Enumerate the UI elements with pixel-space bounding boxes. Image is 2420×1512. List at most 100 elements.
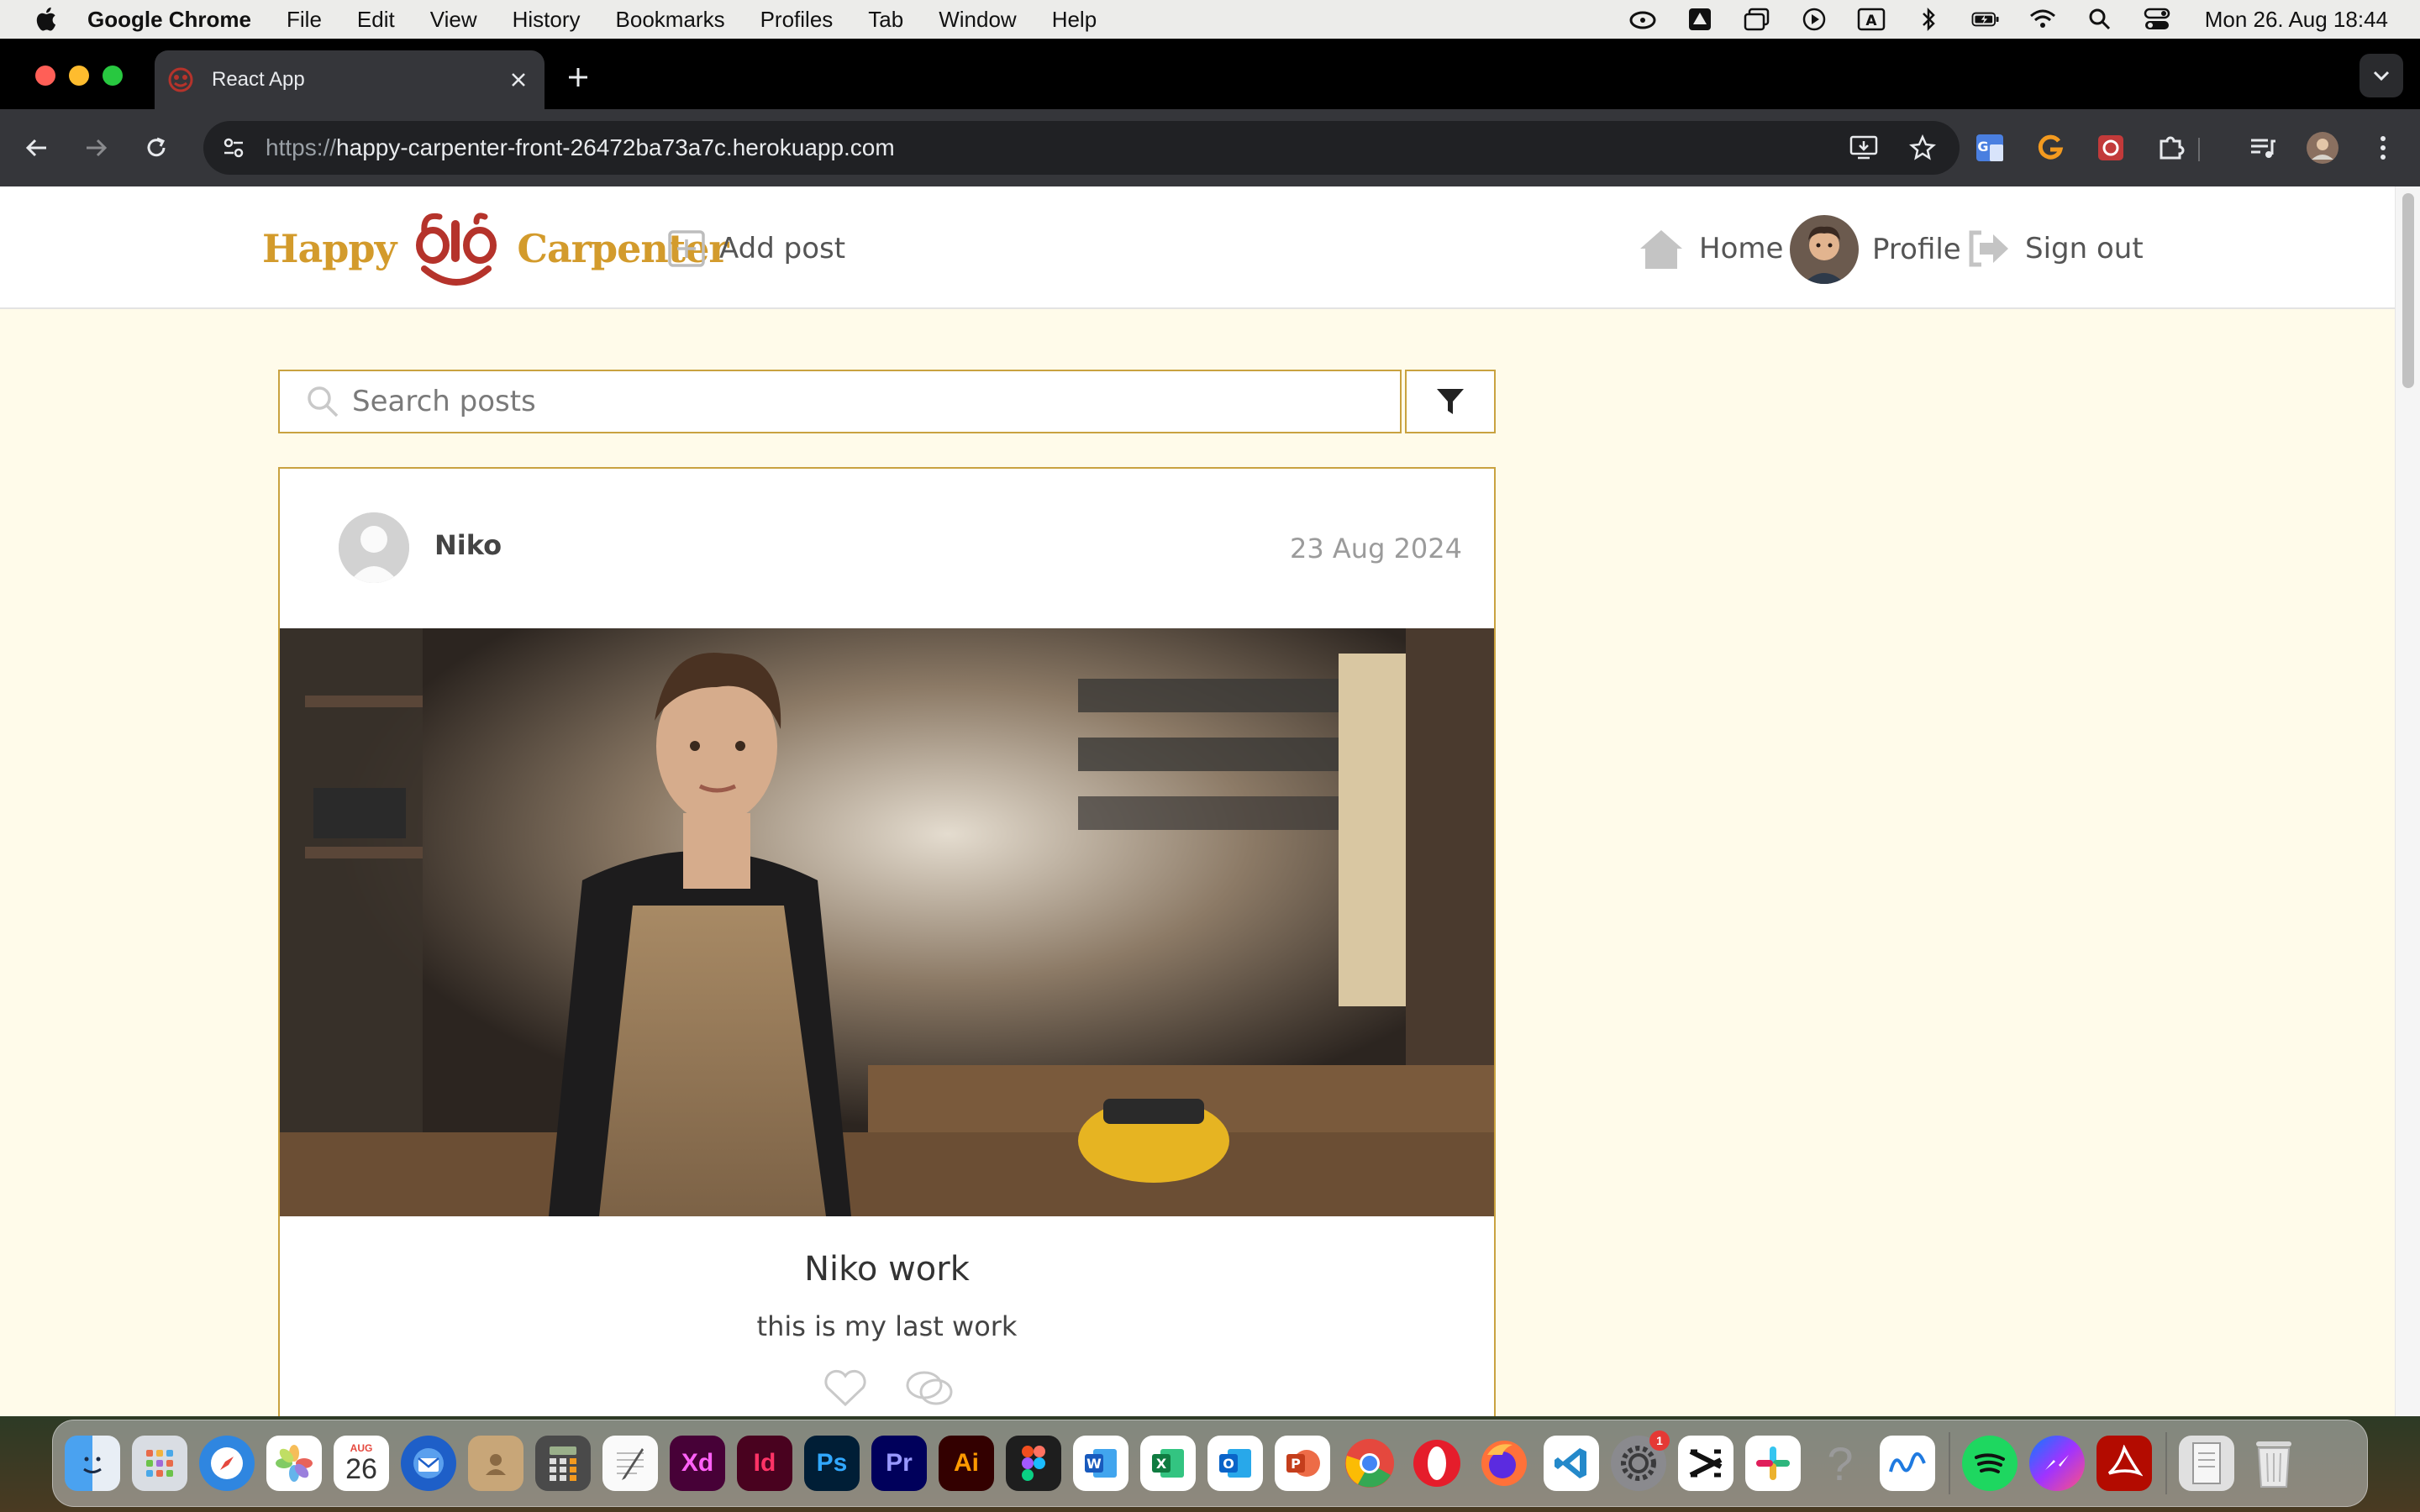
premiere-pro-icon[interactable]: Pr [871,1436,927,1491]
profile-avatar-icon[interactable] [2304,129,2341,166]
menu-view[interactable]: View [430,7,477,33]
menubar-clock[interactable]: Mon 26. Aug 18:44 [2205,7,2388,33]
dock-separator [1949,1432,1950,1494]
menu-bookmarks[interactable]: Bookmarks [616,7,725,33]
control-center-icon[interactable] [2143,7,2171,32]
capcut-icon[interactable] [1678,1436,1733,1491]
address-bar[interactable]: https:// happy-carpenter-front-26472ba73… [203,121,1960,175]
filter-button[interactable] [1405,370,1496,433]
nav-add-post[interactable]: Add post [667,223,845,274]
browser-toolbar: https:// happy-carpenter-front-26472ba73… [0,109,2420,186]
comments-icon[interactable] [904,1364,955,1411]
site-logo[interactable]: Happy Carpenter [262,208,729,289]
opera-icon[interactable] [1409,1436,1465,1491]
nav-sign-out[interactable]: Sign out [1966,223,2144,274]
illustrator-icon[interactable]: Ai [939,1436,994,1491]
chrome-menu-icon[interactable] [2365,129,2402,166]
post-body: this is my last work [756,1310,1018,1342]
tab-favicon-icon [168,67,193,92]
red-extension-icon[interactable] [2092,129,2129,166]
menu-profiles[interactable]: Profiles [760,7,834,33]
nav-home-label: Home [1699,232,1784,265]
spotlight-icon[interactable] [2086,7,2114,32]
trash-icon[interactable] [2246,1436,2302,1491]
creative-cloud-icon[interactable] [1628,7,1657,32]
documents-stack-icon[interactable] [2179,1436,2234,1491]
calendar-icon[interactable]: AUG 26 [334,1436,389,1491]
window-icon[interactable] [1743,7,1771,32]
adobe-xd-icon[interactable]: Xd [670,1436,725,1491]
menu-tab[interactable]: Tab [868,7,903,33]
indesign-icon[interactable]: Id [737,1436,792,1491]
figma-icon[interactable] [1006,1436,1061,1491]
grammarly-extension-icon[interactable] [2032,129,2069,166]
extensions-puzzle-icon[interactable] [2153,129,2190,166]
vscode-icon[interactable] [1544,1436,1599,1491]
post-author-name[interactable]: Niko [434,529,502,561]
install-app-icon[interactable] [1845,129,1882,166]
drive-icon[interactable] [1686,7,1714,32]
tab-search-chevron-icon[interactable] [2360,54,2403,97]
launchpad-icon[interactable] [132,1436,187,1491]
zoom-window-button[interactable] [103,66,123,86]
menu-window[interactable]: Window [939,7,1016,33]
tab-close-icon[interactable] [506,67,531,92]
page-scrollbar[interactable] [2395,186,2420,1416]
post-author-avatar[interactable] [339,512,409,583]
reload-icon[interactable] [136,128,176,168]
word-icon[interactable]: W [1073,1436,1128,1491]
new-tab-icon[interactable] [561,60,595,94]
powerpoint-icon[interactable]: P [1275,1436,1330,1491]
photoshop-icon[interactable]: Ps [804,1436,860,1491]
calculator-icon[interactable] [535,1436,591,1491]
site-info-icon[interactable] [217,131,250,165]
media-controls-icon[interactable] [2244,129,2281,166]
safari-icon[interactable] [199,1436,255,1491]
acrobat-icon[interactable] [2096,1436,2152,1491]
outlook-icon[interactable]: O [1207,1436,1263,1491]
forward-arrow-icon[interactable] [76,128,116,168]
excel-icon[interactable]: X [1140,1436,1196,1491]
bluetooth-icon[interactable] [1914,7,1943,32]
freeform-icon[interactable] [1880,1436,1935,1491]
menu-history[interactable]: History [513,7,581,33]
photos-icon[interactable] [266,1436,322,1491]
nav-profile[interactable]: Profile [1790,215,1961,284]
macos-menubar: Google Chrome File Edit View History Boo… [0,0,2420,39]
apple-menu-icon[interactable] [32,4,62,34]
back-arrow-icon[interactable] [17,128,57,168]
menu-edit[interactable]: Edit [357,7,395,33]
contacts-icon[interactable] [468,1436,523,1491]
textedit-icon[interactable] [602,1436,658,1491]
like-heart-icon[interactable] [820,1364,871,1411]
post-title[interactable]: Niko work [280,1250,1494,1289]
system-settings-icon[interactable]: 1 [1611,1431,1670,1491]
menu-file[interactable]: File [287,7,322,33]
messenger-icon[interactable] [2029,1436,2085,1491]
scrollbar-thumb[interactable] [2402,193,2414,388]
play-icon[interactable] [1800,7,1828,32]
filter-funnel-icon [1437,389,1464,414]
close-window-button[interactable] [35,66,55,86]
wifi-icon[interactable] [2028,7,2057,32]
finder-icon[interactable] [65,1436,120,1491]
status-area: A Mon 26. Aug 18:44 [1600,0,2388,39]
tab-react-app[interactable]: React App [155,50,544,109]
input-source-icon[interactable]: A [1857,7,1886,32]
slack-icon[interactable] [1745,1436,1801,1491]
nav-home[interactable]: Home [1637,223,1783,274]
menu-help[interactable]: Help [1052,7,1097,33]
google-translate-icon[interactable]: G [1971,129,2008,166]
spotify-icon[interactable] [1962,1436,2018,1491]
bookmark-star-icon[interactable] [1904,129,1941,166]
menu-app-name[interactable]: Google Chrome [87,7,251,33]
minimize-window-button[interactable] [69,66,89,86]
search-input[interactable] [352,385,1360,418]
firefox-icon[interactable] [1476,1436,1532,1491]
logo-face-icon [416,213,497,286]
help-question-icon[interactable]: ? [1812,1436,1868,1491]
chrome-icon[interactable] [1342,1436,1397,1491]
battery-icon[interactable] [1971,7,2000,32]
post-image[interactable] [280,628,1494,1216]
thunderbird-icon[interactable] [401,1436,456,1491]
